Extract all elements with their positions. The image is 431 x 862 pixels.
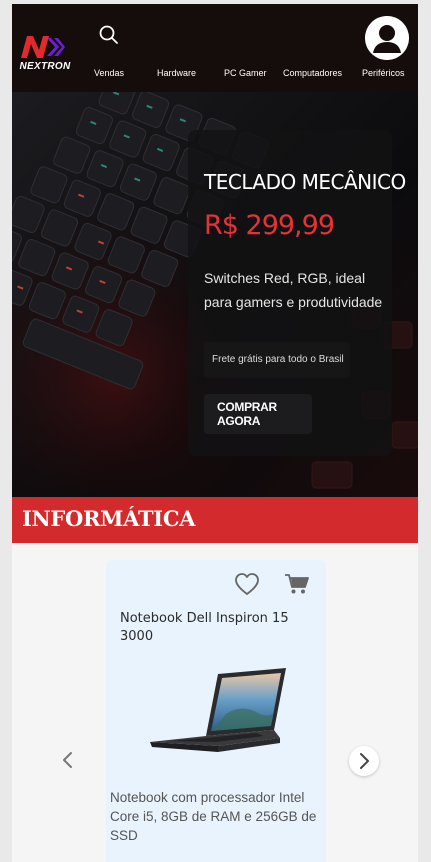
cart-icon[interactable] (284, 572, 310, 596)
nav-item-hardware[interactable]: Hardware (157, 68, 196, 78)
free-shipping-badge: Frete grátis para todo o Brasil (204, 342, 350, 378)
nav-item-vendas[interactable]: Vendas (94, 68, 124, 78)
nav-item-computadores[interactable]: Computadores (283, 68, 342, 78)
product-description: Notebook com processador Intel Core i5, … (110, 790, 317, 843)
hero-banner: TECLADO MECÂNICO R$ 299,99 Switches Red,… (12, 92, 418, 497)
site-header: NEXTRON Vendas Hardware PC Gamer Computa… (12, 4, 418, 92)
chevron-right-icon (360, 753, 369, 769)
chevron-left-icon[interactable] (58, 750, 78, 770)
search-icon[interactable] (98, 24, 120, 46)
main-nav: Vendas Hardware PC Gamer Computadores Pe… (12, 68, 418, 82)
logo-mark-icon (21, 36, 65, 58)
promo-title: TECLADO MECÂNICO (204, 170, 406, 194)
promo-price: R$ 299,99 (204, 210, 335, 241)
buy-now-button[interactable]: COMPRAR AGORA (204, 394, 312, 434)
app-frame: NEXTRON Vendas Hardware PC Gamer Computa… (12, 4, 418, 862)
user-avatar[interactable] (365, 16, 409, 60)
promo-description: Switches Red, RGB, ideal para gamers e p… (204, 270, 383, 310)
next-button[interactable] (349, 746, 379, 776)
nav-item-pc-gamer[interactable]: PC Gamer (224, 68, 267, 78)
laptop-image (150, 668, 286, 752)
nav-item-perifericos[interactable]: Periféricos (362, 68, 405, 78)
section-header: INFORMÁTICA (12, 497, 418, 543)
product-card[interactable]: Notebook Dell Inspiron 15 3000 Notebook … (106, 560, 326, 862)
heart-icon[interactable] (234, 572, 260, 596)
product-name[interactable]: Notebook Dell Inspiron 15 3000 (120, 610, 316, 646)
user-icon (365, 16, 409, 60)
section-title: INFORMÁTICA (22, 506, 196, 531)
promo-card: TECLADO MECÂNICO R$ 299,99 Switches Red,… (188, 130, 406, 456)
